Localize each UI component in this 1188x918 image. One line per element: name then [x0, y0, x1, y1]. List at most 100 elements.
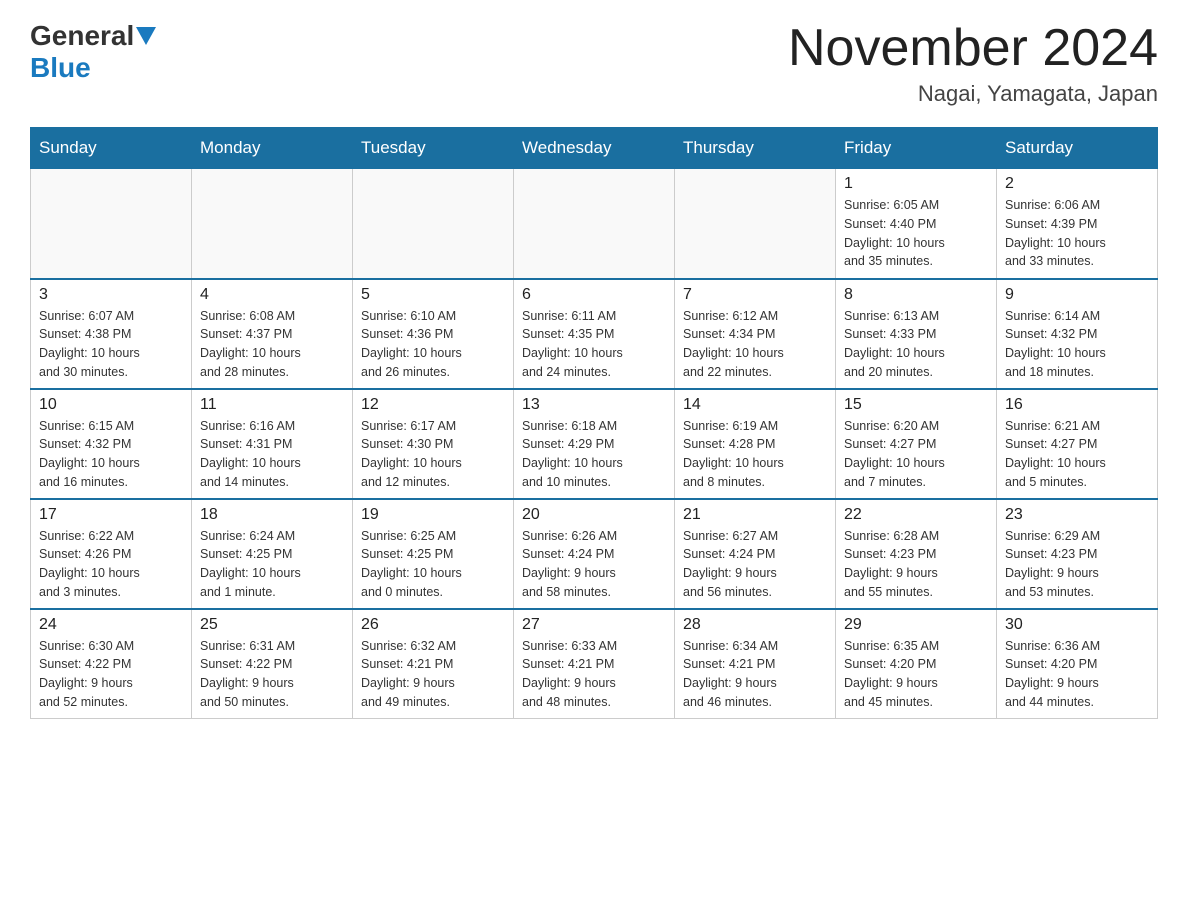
calendar-cell: 22Sunrise: 6:28 AM Sunset: 4:23 PM Dayli…	[836, 499, 997, 609]
calendar-cell: 19 Sunrise: 6:25 AM Sunset: 4:25 PM Dayli…	[353, 499, 514, 609]
day-number: 16	[1005, 396, 1149, 414]
calendar-cell: 23Sunrise: 6:29 AM Sunset: 4:23 PM Dayli…	[997, 499, 1158, 609]
calendar-cell	[353, 169, 514, 279]
page-header: General Blue November 2024 Nagai, Yamaga…	[30, 20, 1158, 107]
calendar-cell: 12 Sunrise: 6:17 AM Sunset: 4:30 PM Dayli…	[353, 389, 514, 499]
logo-general: General	[30, 20, 134, 52]
day-info: Sunrise: 6:28 AM Sunset: 4:23 PM Dayligh…	[844, 527, 988, 602]
day-info: Sunrise: 6:13 AM Sunset: 4:33 PM Dayligh…	[844, 307, 988, 382]
calendar-cell: 17Sunrise: 6:22 AM Sunset: 4:26 PM Dayli…	[31, 499, 192, 609]
day-number: 6	[522, 286, 666, 304]
day-info: Sunrise: 6:05 AM Sunset: 4:40 PM Dayligh…	[844, 196, 988, 271]
calendar-table: SundayMondayTuesdayWednesdayThursdayFrid…	[30, 127, 1158, 719]
calendar-cell: 2 Sunrise: 6:06 AM Sunset: 4:39 PM Daylig…	[997, 169, 1158, 279]
calendar-cell: 9 Sunrise: 6:14 AM Sunset: 4:32 PM Daylig…	[997, 279, 1158, 389]
day-info: Sunrise: 6:26 AM Sunset: 4:24 PM Dayligh…	[522, 527, 666, 602]
logo-blue: Blue	[30, 52, 91, 84]
day-info: Sunrise: 6:33 AM Sunset: 4:21 PM Dayligh…	[522, 637, 666, 712]
weekday-header-wednesday: Wednesday	[514, 128, 675, 169]
calendar-cell: 29Sunrise: 6:35 AM Sunset: 4:20 PM Dayli…	[836, 609, 997, 719]
day-number: 8	[844, 286, 988, 304]
day-number: 30	[1005, 616, 1149, 634]
calendar-week-row: 1 Sunrise: 6:05 AM Sunset: 4:40 PM Daylig…	[31, 169, 1158, 279]
calendar-cell: 7 Sunrise: 6:12 AM Sunset: 4:34 PM Daylig…	[675, 279, 836, 389]
day-number: 5	[361, 286, 505, 304]
day-info: Sunrise: 6:24 AM Sunset: 4:25 PM Dayligh…	[200, 527, 344, 602]
calendar-cell: 28 Sunrise: 6:34 AM Sunset: 4:21 PM Dayli…	[675, 609, 836, 719]
calendar-cell: 14 Sunrise: 6:19 AM Sunset: 4:28 PM Dayli…	[675, 389, 836, 499]
day-number: 9	[1005, 286, 1149, 304]
weekday-header-row: SundayMondayTuesdayWednesdayThursdayFrid…	[31, 128, 1158, 169]
day-number: 4	[200, 286, 344, 304]
day-number: 1	[844, 175, 988, 193]
day-number: 10	[39, 396, 183, 414]
day-info: Sunrise: 6:19 AM Sunset: 4:28 PM Dayligh…	[683, 417, 827, 492]
calendar-cell: 15 Sunrise: 6:20 AM Sunset: 4:27 PM Dayli…	[836, 389, 997, 499]
day-info: Sunrise: 6:18 AM Sunset: 4:29 PM Dayligh…	[522, 417, 666, 492]
weekday-header-tuesday: Tuesday	[353, 128, 514, 169]
calendar-cell: 16 Sunrise: 6:21 AM Sunset: 4:27 PM Dayli…	[997, 389, 1158, 499]
day-info: Sunrise: 6:32 AM Sunset: 4:21 PM Dayligh…	[361, 637, 505, 712]
weekday-header-monday: Monday	[192, 128, 353, 169]
calendar-cell: 26 Sunrise: 6:32 AM Sunset: 4:21 PM Dayli…	[353, 609, 514, 719]
day-number: 25	[200, 616, 344, 634]
calendar-cell: 30 Sunrise: 6:36 AM Sunset: 4:20 PM Dayli…	[997, 609, 1158, 719]
calendar-cell: 25 Sunrise: 6:31 AM Sunset: 4:22 PM Dayli…	[192, 609, 353, 719]
day-number: 19	[361, 506, 505, 524]
weekday-header-sunday: Sunday	[31, 128, 192, 169]
day-info: Sunrise: 6:16 AM Sunset: 4:31 PM Dayligh…	[200, 417, 344, 492]
calendar-cell: 21 Sunrise: 6:27 AM Sunset: 4:24 PM Dayli…	[675, 499, 836, 609]
weekday-header-friday: Friday	[836, 128, 997, 169]
day-number: 17	[39, 506, 183, 524]
day-info: Sunrise: 6:12 AM Sunset: 4:34 PM Dayligh…	[683, 307, 827, 382]
day-info: Sunrise: 6:29 AM Sunset: 4:23 PM Dayligh…	[1005, 527, 1149, 602]
day-info: Sunrise: 6:10 AM Sunset: 4:36 PM Dayligh…	[361, 307, 505, 382]
day-number: 27	[522, 616, 666, 634]
day-info: Sunrise: 6:17 AM Sunset: 4:30 PM Dayligh…	[361, 417, 505, 492]
day-number: 14	[683, 396, 827, 414]
day-info: Sunrise: 6:36 AM Sunset: 4:20 PM Dayligh…	[1005, 637, 1149, 712]
calendar-cell: 11Sunrise: 6:16 AM Sunset: 4:31 PM Dayli…	[192, 389, 353, 499]
weekday-header-thursday: Thursday	[675, 128, 836, 169]
logo: General Blue	[30, 20, 158, 84]
day-number: 2	[1005, 175, 1149, 193]
calendar-cell: 24Sunrise: 6:30 AM Sunset: 4:22 PM Dayli…	[31, 609, 192, 719]
calendar-cell	[514, 169, 675, 279]
calendar-cell	[192, 169, 353, 279]
month-title: November 2024	[788, 20, 1158, 77]
calendar-week-row: 24Sunrise: 6:30 AM Sunset: 4:22 PM Dayli…	[31, 609, 1158, 719]
day-number: 18	[200, 506, 344, 524]
day-info: Sunrise: 6:08 AM Sunset: 4:37 PM Dayligh…	[200, 307, 344, 382]
day-info: Sunrise: 6:25 AM Sunset: 4:25 PM Dayligh…	[361, 527, 505, 602]
calendar-cell: 10Sunrise: 6:15 AM Sunset: 4:32 PM Dayli…	[31, 389, 192, 499]
day-info: Sunrise: 6:34 AM Sunset: 4:21 PM Dayligh…	[683, 637, 827, 712]
calendar-cell: 20Sunrise: 6:26 AM Sunset: 4:24 PM Dayli…	[514, 499, 675, 609]
day-number: 7	[683, 286, 827, 304]
day-info: Sunrise: 6:06 AM Sunset: 4:39 PM Dayligh…	[1005, 196, 1149, 271]
day-number: 26	[361, 616, 505, 634]
calendar-cell: 5 Sunrise: 6:10 AM Sunset: 4:36 PM Daylig…	[353, 279, 514, 389]
calendar-cell: 27 Sunrise: 6:33 AM Sunset: 4:21 PM Dayli…	[514, 609, 675, 719]
calendar-week-row: 17Sunrise: 6:22 AM Sunset: 4:26 PM Dayli…	[31, 499, 1158, 609]
day-number: 29	[844, 616, 988, 634]
day-info: Sunrise: 6:14 AM Sunset: 4:32 PM Dayligh…	[1005, 307, 1149, 382]
calendar-week-row: 10Sunrise: 6:15 AM Sunset: 4:32 PM Dayli…	[31, 389, 1158, 499]
day-info: Sunrise: 6:27 AM Sunset: 4:24 PM Dayligh…	[683, 527, 827, 602]
day-number: 28	[683, 616, 827, 634]
day-number: 12	[361, 396, 505, 414]
weekday-header-saturday: Saturday	[997, 128, 1158, 169]
calendar-cell: 3 Sunrise: 6:07 AM Sunset: 4:38 PM Daylig…	[31, 279, 192, 389]
logo-triangle-icon	[136, 27, 156, 45]
calendar-cell: 6Sunrise: 6:11 AM Sunset: 4:35 PM Daylig…	[514, 279, 675, 389]
day-info: Sunrise: 6:07 AM Sunset: 4:38 PM Dayligh…	[39, 307, 183, 382]
day-info: Sunrise: 6:20 AM Sunset: 4:27 PM Dayligh…	[844, 417, 988, 492]
location: Nagai, Yamagata, Japan	[788, 81, 1158, 107]
calendar-cell: 8 Sunrise: 6:13 AM Sunset: 4:33 PM Daylig…	[836, 279, 997, 389]
day-info: Sunrise: 6:30 AM Sunset: 4:22 PM Dayligh…	[39, 637, 183, 712]
day-number: 3	[39, 286, 183, 304]
day-info: Sunrise: 6:31 AM Sunset: 4:22 PM Dayligh…	[200, 637, 344, 712]
day-number: 21	[683, 506, 827, 524]
day-number: 15	[844, 396, 988, 414]
day-info: Sunrise: 6:21 AM Sunset: 4:27 PM Dayligh…	[1005, 417, 1149, 492]
calendar-cell	[31, 169, 192, 279]
